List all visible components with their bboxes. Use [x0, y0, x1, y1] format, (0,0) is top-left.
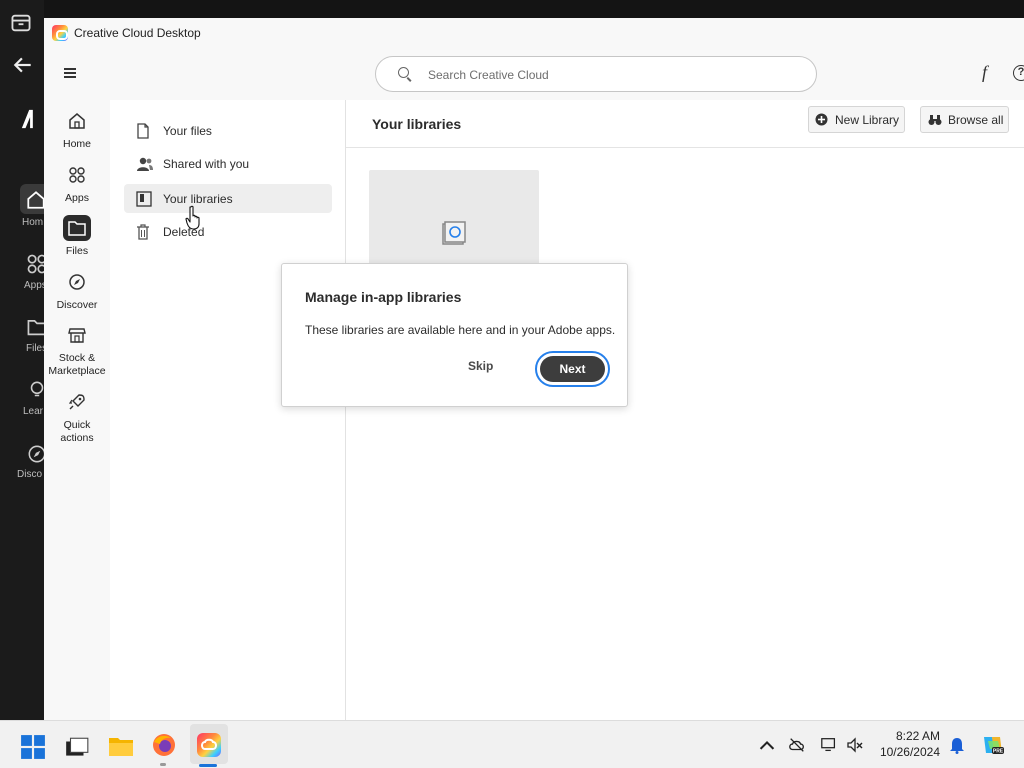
compass-icon — [69, 274, 85, 290]
search-icon — [398, 67, 409, 78]
creative-cloud-taskbar-icon[interactable] — [196, 732, 222, 758]
rail-item-apps[interactable]: Apps — [44, 162, 110, 205]
background-window-sidebar: Hom Apps Files Lear Disco — [0, 0, 50, 720]
subnav-item-deleted[interactable]: Deleted — [124, 217, 332, 246]
clock-time[interactable]: 8:22 AM — [878, 729, 940, 743]
libraries-content: Your libraries New Library Browse all — [346, 100, 1024, 720]
rail-label-discover: Discover — [56, 299, 98, 311]
next-button-focus-ring: Next — [535, 351, 610, 387]
add-circle-icon — [815, 113, 828, 126]
archive-icon — [11, 14, 31, 32]
creative-cloud-active-indicator — [199, 764, 217, 767]
content-header: Your libraries New Library Browse all — [346, 100, 1024, 148]
rail-item-quick-actions[interactable]: Quick actions — [44, 389, 110, 444]
copilot-icon[interactable]: PRE — [980, 733, 1006, 757]
skip-button[interactable]: Skip — [468, 359, 493, 373]
background-label-learn: Lear — [23, 406, 44, 417]
subnav-label-shared-with-you: Shared with you — [163, 157, 250, 171]
cloud-sync-off-icon[interactable] — [788, 736, 806, 754]
subnav-item-your-files[interactable]: Your files — [124, 116, 332, 145]
firefox-icon[interactable] — [151, 732, 177, 758]
page-title: Your libraries — [372, 116, 462, 132]
firefox-running-indicator — [160, 763, 166, 766]
main-nav-rail: Home Apps Files Discover Stock & Marketp… — [44, 100, 110, 720]
store-icon — [68, 328, 86, 343]
title-bar: Creative Cloud Desktop — [44, 18, 1024, 48]
rail-item-files[interactable]: Files — [44, 215, 110, 258]
rail-label-apps: Apps — [65, 192, 89, 204]
home-icon — [69, 113, 85, 129]
browse-all-button[interactable]: Browse all — [920, 106, 1009, 133]
rocket-icon — [68, 394, 85, 410]
library-icon — [136, 191, 152, 207]
folder-icon — [68, 221, 86, 236]
subnav-item-shared-with-you[interactable]: Shared with you — [124, 149, 332, 178]
background-label-home: Hom — [22, 217, 44, 228]
manage-libraries-dialog: Manage in-app libraries These libraries … — [281, 263, 628, 407]
background-label-discover: Disco — [17, 469, 43, 480]
volume-muted-icon[interactable] — [846, 736, 864, 754]
shared-users-icon — [137, 157, 153, 171]
next-button[interactable]: Next — [540, 356, 605, 382]
fonts-icon[interactable]: f — [982, 62, 987, 83]
window-title: Creative Cloud Desktop — [74, 26, 201, 40]
creative-cloud-logo-icon — [52, 25, 68, 41]
notification-bell-icon[interactable] — [948, 736, 966, 754]
library-placeholder-icon — [442, 221, 466, 245]
file-icon — [137, 123, 149, 139]
apps-icon — [69, 167, 85, 183]
adobe-logo-icon — [21, 109, 33, 129]
help-icon[interactable]: ? — [1013, 65, 1024, 81]
rail-item-discover[interactable]: Discover — [44, 269, 110, 312]
hand-cursor-icon — [185, 205, 200, 230]
svg-text:PRE: PRE — [993, 749, 1004, 755]
taskbar: 8:22 AM 10/26/2024 PRE — [0, 720, 1024, 768]
rail-label-stock-marketplace: Stock & Marketplace — [48, 352, 106, 377]
subnav-label-your-libraries: Your libraries — [163, 192, 233, 206]
clock-date[interactable]: 10/26/2024 — [872, 745, 940, 759]
top-bar: f ? — [44, 48, 1024, 100]
rail-label-home: Home — [62, 138, 91, 150]
rail-item-home[interactable]: Home — [44, 108, 110, 151]
subnav-label-your-files: Your files — [163, 124, 212, 138]
network-display-icon[interactable] — [820, 736, 838, 754]
search-input[interactable] — [428, 65, 798, 85]
rail-label-quick-actions: Quick actions — [60, 419, 94, 444]
search-bar[interactable] — [375, 56, 817, 92]
binoculars-icon — [928, 115, 942, 125]
task-view-icon[interactable] — [64, 735, 90, 761]
chevron-up-icon[interactable] — [758, 736, 776, 754]
new-library-label: New Library — [835, 113, 900, 127]
background-window-strip — [0, 0, 1024, 18]
windows-start-icon[interactable] — [20, 734, 46, 760]
subnav-item-your-libraries[interactable]: Your libraries — [124, 184, 332, 213]
dialog-title: Manage in-app libraries — [305, 289, 462, 305]
dialog-body: These libraries are available here and i… — [305, 323, 616, 337]
browse-all-label: Browse all — [948, 113, 1004, 127]
rail-item-stock-marketplace[interactable]: Stock & Marketplace — [44, 322, 110, 377]
rail-label-files: Files — [65, 245, 89, 257]
back-arrow-icon[interactable] — [12, 54, 34, 76]
new-library-button[interactable]: New Library — [808, 106, 905, 133]
library-card[interactable] — [369, 170, 539, 266]
files-sub-nav: Your files Shared with you Your librarie… — [110, 100, 346, 720]
trash-icon — [137, 224, 149, 240]
file-explorer-icon[interactable] — [108, 733, 134, 759]
hamburger-menu-icon[interactable] — [64, 68, 76, 78]
